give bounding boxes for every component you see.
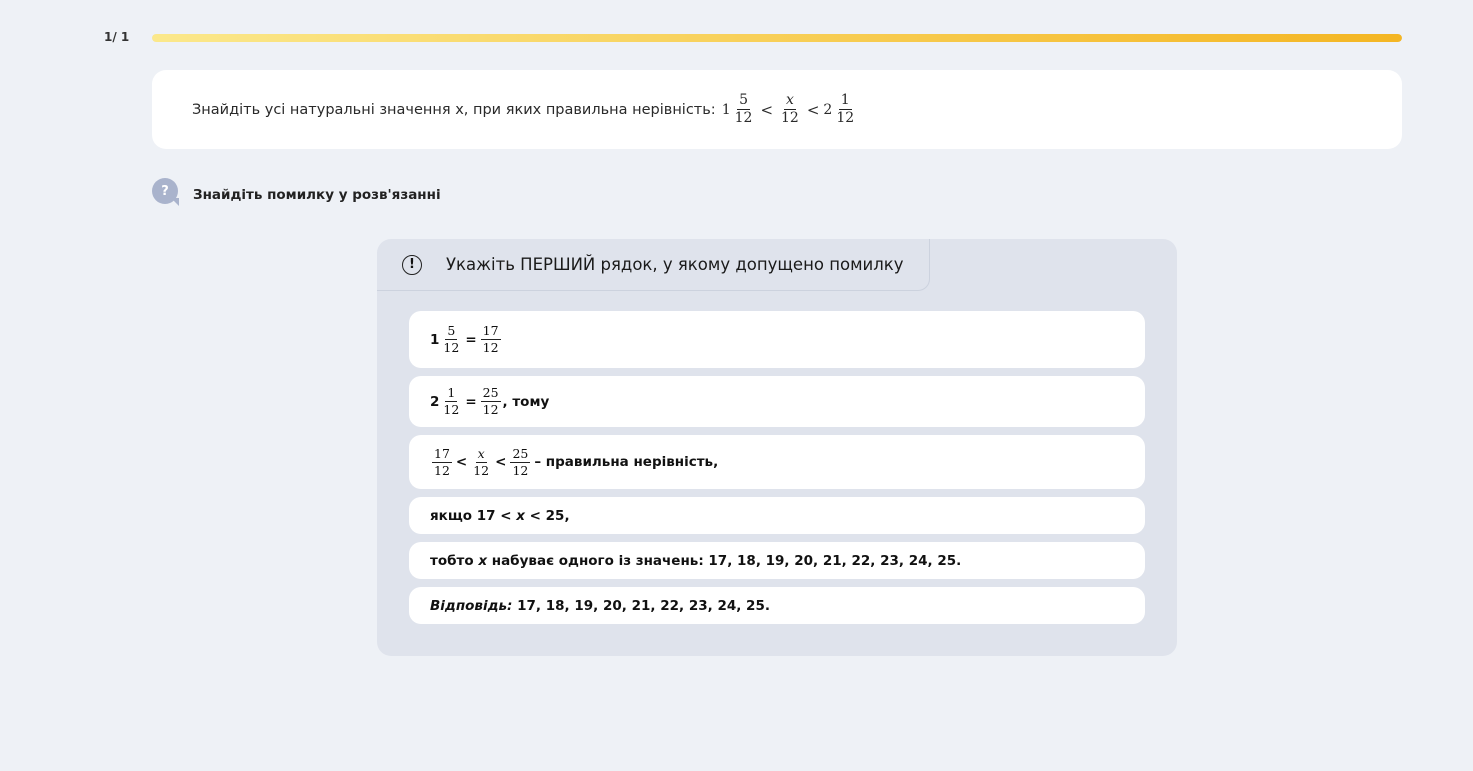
row-whole: 2 (430, 393, 440, 410)
task-statement: Знайдіть усі натуральні значення x, при … (192, 70, 858, 149)
formula-fraction-1: 5 12 (733, 92, 755, 127)
solution-row-6[interactable]: Відповідь: 17, 18, 19, 20, 21, 22, 23, 2… (409, 587, 1145, 624)
question-counter: 1/ 1 (104, 30, 130, 44)
fraction-numerator: 1 (838, 92, 852, 110)
fraction-denominator: 12 (443, 340, 460, 355)
task-prompt: Знайдіть усі натуральні значення x, при … (192, 101, 716, 118)
fraction-numerator: 17 (432, 445, 452, 463)
row-text-post: набуває одного із значень: 17, 18, 19, 2… (491, 552, 962, 569)
fraction-denominator: 12 (482, 340, 499, 355)
row-text-pre: якщо 17 < (430, 507, 512, 524)
fraction-numerator: x (475, 445, 487, 463)
fraction-denominator: 12 (434, 462, 450, 478)
equals-sign: = (465, 331, 477, 348)
fraction-numerator: 1 (445, 385, 458, 402)
less-than-sign: < (455, 454, 468, 470)
row-suffix: , тому (502, 393, 550, 410)
formula-fraction-3: 1 12 (834, 92, 856, 127)
solution-row-1[interactable]: 1 5 12 = 17 12 (409, 311, 1145, 368)
fraction-denominator: 12 (482, 402, 499, 417)
row-result-fraction: 25 12 (480, 385, 501, 417)
progress-bar-fill (152, 34, 1402, 42)
row-result-fraction: 17 12 (480, 323, 501, 355)
row-variable: x (516, 507, 525, 524)
fraction-numerator: x (783, 92, 796, 110)
fraction-denominator: 12 (734, 110, 753, 126)
solution-row-2[interactable]: 2 1 12 = 25 12 , тому (409, 376, 1145, 427)
solution-row-3[interactable]: 17 12 < x 12 < 25 12 – правильна нерівні… (409, 435, 1145, 489)
row-fraction: 1 12 (441, 386, 461, 417)
task-formula: 1 5 12 < x 12 < 2 1 12 (721, 92, 858, 127)
panel-header: ! Укажіть ПЕРШИЙ рядок, у якому допущено… (377, 239, 930, 291)
solution-row-5[interactable]: тобто x набуває одного із значень: 17, 1… (409, 542, 1145, 579)
row-fraction: 5 12 (441, 324, 461, 355)
question-bubble-icon: ? (152, 178, 178, 204)
formula-whole-3: 2 (823, 101, 833, 118)
row-fraction-2: x 12 (471, 445, 491, 478)
hint-text: Знайдіть помилку у розв'язанні (193, 187, 441, 203)
less-than-sign: < (495, 454, 507, 470)
fraction-denominator: 12 (836, 110, 855, 126)
fraction-denominator: 12 (512, 462, 529, 478)
row-fraction-1: 17 12 (432, 445, 452, 478)
exclamation-icon: ! (402, 254, 422, 275)
formula-less-than-1: < (760, 100, 774, 119)
fraction-numerator: 5 (445, 323, 458, 340)
progress-bar (152, 34, 1402, 42)
fraction-numerator: 5 (737, 92, 750, 110)
formula-fraction-2: x 12 (779, 92, 801, 127)
formula-less-than-2: < (806, 100, 820, 119)
row-whole: 1 (430, 331, 440, 348)
answer-label: Відповідь: (430, 597, 513, 614)
row-text-pre: тобто (430, 552, 474, 569)
panel-title: Укажіть ПЕРШИЙ рядок, у якому допущено п… (446, 255, 904, 274)
fraction-numerator: 25 (510, 445, 531, 463)
solution-row-4[interactable]: якщо 17 < x < 25, (409, 497, 1145, 534)
row-text-post: 17, 18, 19, 20, 21, 22, 23, 24, 25. (517, 597, 770, 614)
fraction-denominator: 12 (781, 110, 799, 126)
fraction-numerator: 17 (480, 323, 501, 340)
task-card: Знайдіть усі натуральні значення x, при … (152, 70, 1402, 149)
row-text-post: < 25, (529, 507, 570, 524)
fraction-denominator: 12 (443, 402, 460, 417)
row-suffix: – правильна нерівність, (534, 454, 719, 470)
fraction-numerator: 25 (480, 385, 501, 402)
row-variable: x (478, 552, 488, 569)
fraction-denominator: 12 (473, 462, 490, 478)
row-fraction-3: 25 12 (510, 445, 531, 478)
formula-whole-1: 1 (721, 101, 731, 118)
equals-sign: = (465, 393, 477, 410)
answer-panel: ! Укажіть ПЕРШИЙ рядок, у якому допущено… (377, 239, 1177, 656)
